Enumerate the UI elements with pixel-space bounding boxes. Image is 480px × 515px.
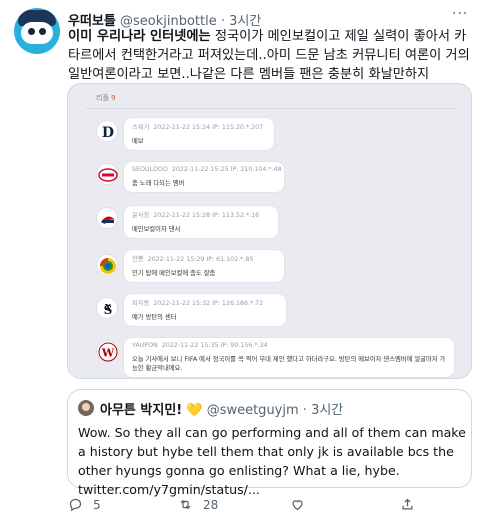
quote-handle: @sweetguyjm [206,403,299,418]
like-button[interactable] [290,497,315,512]
tweet-text: 이미 우리나라 인터넷에는 정국이가 메인보컬이고 제일 실력이 좋아서 카타르… [68,27,472,84]
quote-display-name: 아무튼 박지민! [100,403,183,418]
attached-image[interactable]: 리플 9 D 스워거 2022-11-22 15:24 IP: 115.20.*… [67,83,472,379]
heart-icon [292,500,303,511]
svg-text:X: X [105,302,112,312]
retweet-button[interactable]: 28 [178,497,218,512]
comment-meta: 한뽕 2022-11-22 15:29 IP: 61.102.*.85 [132,256,254,263]
share-button[interactable] [400,497,425,512]
comment-bubble: 피자왕 2022-11-22 15:32 IP: 126.186.*.72 얘가… [124,294,286,326]
quote-header: 아무튼 박지민! 💛 @sweetguyjm · 3시간 [100,399,343,418]
action-bar: 5 28 [68,497,472,515]
divider [86,108,456,109]
comment-text: 인기 탑에 메인보컬에 춤도 잘춤 [132,270,216,277]
reply-button[interactable]: 5 [68,497,101,512]
quote-avatar [78,400,94,416]
comment-meta: SEOULDOO 2022-11-22 15:25 IP: 210.104.*.… [132,166,282,173]
comment-text: 오늘 기사에서 보니 FIFA 에서 정국이를 콕 찍어 무대 제안 했다고 하… [132,356,446,372]
share-icon [402,498,413,510]
comment-meta: YAUPON 2022-11-22 15:35 IP: 99.156.*.34 [132,342,268,349]
tweet-text-lead: 이미 우리나라 인터넷에는 [68,29,211,44]
comment-bubble: 한뽕 2022-11-22 15:29 IP: 61.102.*.85 인기 탑… [124,250,284,282]
whitesox-logo-icon: SX [96,297,118,319]
comment-bubble: 윤사장 2022-11-22 15:28 IP: 113.52.*.16 메인보… [124,206,278,238]
comment-meta: 피자왕 2022-11-22 15:32 IP: 126.186.*.72 [132,300,264,307]
comment-text: 얘가 방탄의 센터 [132,314,177,321]
reply-header: 리플 9 [96,93,116,103]
tweet[interactable]: 우떠보틀 @seokjinbottle · 3시간 ··· 이미 우리나라 인터… [0,0,480,515]
indians-logo-icon [96,207,118,229]
reply-count: 9 [111,94,116,102]
yellow-heart-icon: 💛 [186,403,203,418]
svg-text:W: W [101,347,115,360]
retweet-count: 28 [203,497,219,512]
retweet-icon [180,499,191,510]
quote-separator: · [302,403,307,418]
reply-label: 리플 [96,94,109,102]
comment-text: 메보 [132,138,144,145]
nationals-logo-icon: W [96,340,118,362]
avatar-face [21,22,53,44]
reply-count: 5 [93,497,101,512]
reply-icon [69,498,82,512]
comment-text: 춤 노래 다되는 멤버 [132,180,185,187]
tigers-logo-icon: D [96,120,118,142]
comment-bubble: 스워거 2022-11-22 15:24 IP: 115.20.*.207 메보 [124,118,274,150]
lotte-logo-icon [96,163,118,185]
quote-timestamp: 3시간 [311,403,344,418]
comment-bubble: SEOULDOO 2022-11-22 15:25 IP: 210.104.*.… [124,162,284,192]
wbc-logo-icon [96,254,118,276]
comment-meta: 윤사장 2022-11-22 15:28 IP: 113.52.*.16 [132,212,260,219]
avatar[interactable] [14,8,60,54]
avatar-eye-right [39,28,46,35]
comment-bubble: YAUPON 2022-11-22 15:35 IP: 99.156.*.34 … [124,338,454,377]
comment-text: 메인보컬이자 댄서 [132,226,181,233]
comment-meta: 스워거 2022-11-22 15:24 IP: 115.20.*.207 [132,124,264,131]
svg-text:D: D [102,125,114,141]
quoted-tweet[interactable]: 아무튼 박지민! 💛 @sweetguyjm · 3시간 Wow. So the… [67,389,472,497]
quote-text: Wow. So they all can go performing and a… [78,425,466,497]
avatar-eye-left [28,28,35,35]
more-options-icon[interactable]: ··· [452,6,468,22]
